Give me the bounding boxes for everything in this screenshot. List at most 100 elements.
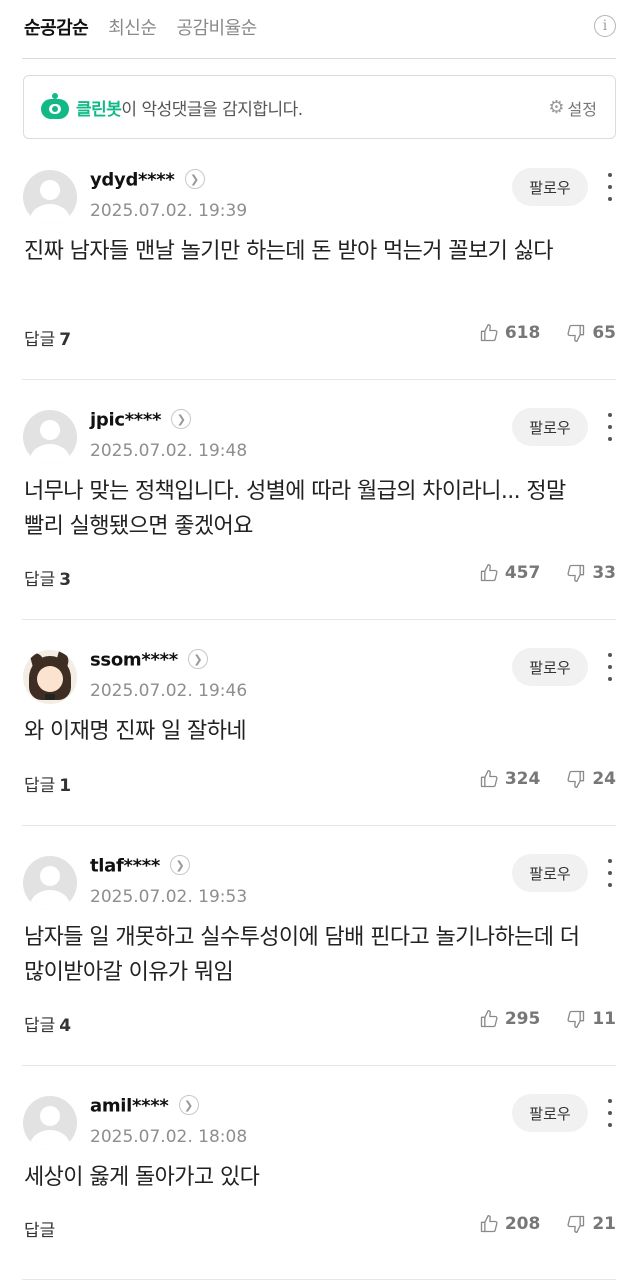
vote-group: 457 33 [479,563,616,583]
top-divider [22,58,616,59]
comment-item: ydyd**** ❯ 2025.07.02. 19:39 팔로우진짜 남자들 맨날 놀… [0,140,638,380]
like-button[interactable]: 324 [479,769,541,789]
more-options-icon[interactable] [602,653,618,681]
thumbs-down-icon [566,769,586,789]
avatar[interactable] [23,170,77,224]
thumbs-down-icon [566,1214,586,1234]
reply-count: 7 [59,330,72,350]
follow-button[interactable]: 팔로우 [512,1094,588,1132]
reply-label: 답글 [24,330,56,350]
dislike-button[interactable]: 33 [566,563,616,583]
sort-tab-ratio[interactable]: 공감비율순 [176,14,257,40]
dislike-button[interactable]: 65 [566,323,616,343]
cleanbot-icon [40,93,70,119]
comment-date: 2025.07.02. 19:53 [90,887,248,907]
more-options-icon[interactable] [602,859,618,887]
chevron-right-icon[interactable]: ❯ [187,649,208,669]
nickname-text: amil**** [90,1095,169,1117]
dislike-button[interactable]: 24 [566,769,616,789]
chevron-right-icon[interactable]: ❯ [171,409,192,429]
nickname-text: jpic**** [90,409,162,431]
comment-nickname[interactable]: jpic**** ❯ [90,409,192,431]
vote-group: 324 24 [479,769,616,789]
vote-group: 295 11 [479,1009,616,1029]
comment-text: 진짜 남자들 맨날 놀기만 하는데 돈 받아 먹는거 꼴보기 싫다 [24,239,554,264]
dislike-count: 24 [592,769,616,789]
thumbs-up-icon [479,769,499,789]
comment-text: 너무나 맞는 정책입니다. 성별에 따라 월급의 차이라니... 정말 빨리 실… [24,479,566,539]
follow-button[interactable]: 팔로우 [512,408,588,446]
comment-text: 세상이 옳게 돌아가고 있다 [24,1165,260,1190]
gear-icon: ⚙ [548,97,565,118]
comment-date: 2025.07.02. 19:48 [90,441,248,461]
chevron-right-icon[interactable]: ❯ [178,1095,199,1115]
reply-button[interactable]: 답글 7 [24,325,71,350]
reply-count: 1 [59,776,72,796]
more-options-icon[interactable] [602,1099,618,1127]
like-button[interactable]: 457 [479,563,541,583]
like-button[interactable]: 618 [479,323,541,343]
chevron-right-icon[interactable]: ❯ [184,169,205,189]
comment-item: tlaf**** ❯ 2025.07.02. 19:53 팔로우남자들 일 개못하고 … [0,826,638,1066]
dislike-button[interactable]: 21 [566,1214,616,1234]
more-options-icon[interactable] [602,413,618,441]
avatar[interactable] [23,650,77,704]
like-count: 324 [504,769,541,789]
thumbs-up-icon [479,323,499,343]
reply-label: 답글 [24,1221,56,1241]
comment-nickname[interactable]: ssom**** ❯ [90,649,208,671]
cleanbot-message: 이 악성댓글을 감지합니다. [121,99,303,120]
nickname-text: ssom**** [90,649,178,671]
reply-count: 4 [59,1016,72,1036]
reply-label: 답글 [24,570,56,590]
comment-text: 와 이재명 진짜 일 잘하네 [24,719,247,744]
vote-group: 618 65 [479,323,616,343]
thumbs-down-icon [566,563,586,583]
reply-button[interactable]: 답글 4 [24,1011,71,1036]
follow-button[interactable]: 팔로우 [512,854,588,892]
nickname-text: tlaf**** [90,855,161,877]
like-count: 208 [504,1214,541,1234]
reply-button[interactable]: 답글 3 [24,565,71,590]
follow-button[interactable]: 팔로우 [512,648,588,686]
nickname-text: ydyd**** [90,169,175,191]
thumbs-down-icon [566,323,586,343]
sort-tab-latest[interactable]: 최신순 [108,14,157,40]
reply-button[interactable]: 답글 [24,1216,59,1241]
comment-text: 남자들 일 개못하고 실수투성이에 담배 핀다고 놀기나하는데 더 많이받아갈 … [24,925,580,985]
vote-group: 208 21 [479,1214,616,1234]
comment-nickname[interactable]: tlaf**** ❯ [90,855,191,877]
sort-tab-top[interactable]: 순공감순 [24,14,89,40]
thumbs-up-icon [479,1214,499,1234]
avatar[interactable] [23,856,77,910]
reply-button[interactable]: 답글 1 [24,771,71,796]
comment-date: 2025.07.02. 19:39 [90,201,248,221]
comment-date: 2025.07.02. 19:46 [90,681,248,701]
chevron-right-icon[interactable]: ❯ [170,855,191,875]
cleanbot-settings-button[interactable]: ⚙ 설정 [548,96,597,120]
sort-tabs: 순공감순 최신순 공감비율순 [24,12,257,42]
follow-button[interactable]: 팔로우 [512,168,588,206]
thumbs-up-icon [479,1009,499,1029]
comment-nickname[interactable]: amil**** ❯ [90,1095,199,1117]
thumbs-up-icon [479,563,499,583]
more-options-icon[interactable] [602,173,618,201]
dislike-button[interactable]: 11 [566,1009,616,1029]
comment-item: amil**** ❯ 2025.07.02. 18:08 팔로우세상이 옳게 돌아가고… [0,1066,638,1280]
avatar[interactable] [23,410,77,464]
reply-label: 답글 [24,776,56,796]
thumbs-down-icon [566,1009,586,1029]
comment-date: 2025.07.02. 18:08 [90,1127,248,1147]
like-button[interactable]: 295 [479,1009,541,1029]
info-icon[interactable]: i [594,15,616,37]
dislike-count: 33 [592,563,616,583]
like-count: 295 [504,1009,541,1029]
like-count: 618 [504,323,541,343]
like-button[interactable]: 208 [479,1214,541,1234]
avatar[interactable] [23,1096,77,1150]
like-count: 457 [504,563,541,583]
comment-nickname[interactable]: ydyd**** ❯ [90,169,205,191]
cleanbot-name: 클린봇 [76,99,122,120]
reply-label: 답글 [24,1016,56,1036]
comment-item: jpic**** ❯ 2025.07.02. 19:48 팔로우너무나 맞는 정책입니… [0,380,638,620]
